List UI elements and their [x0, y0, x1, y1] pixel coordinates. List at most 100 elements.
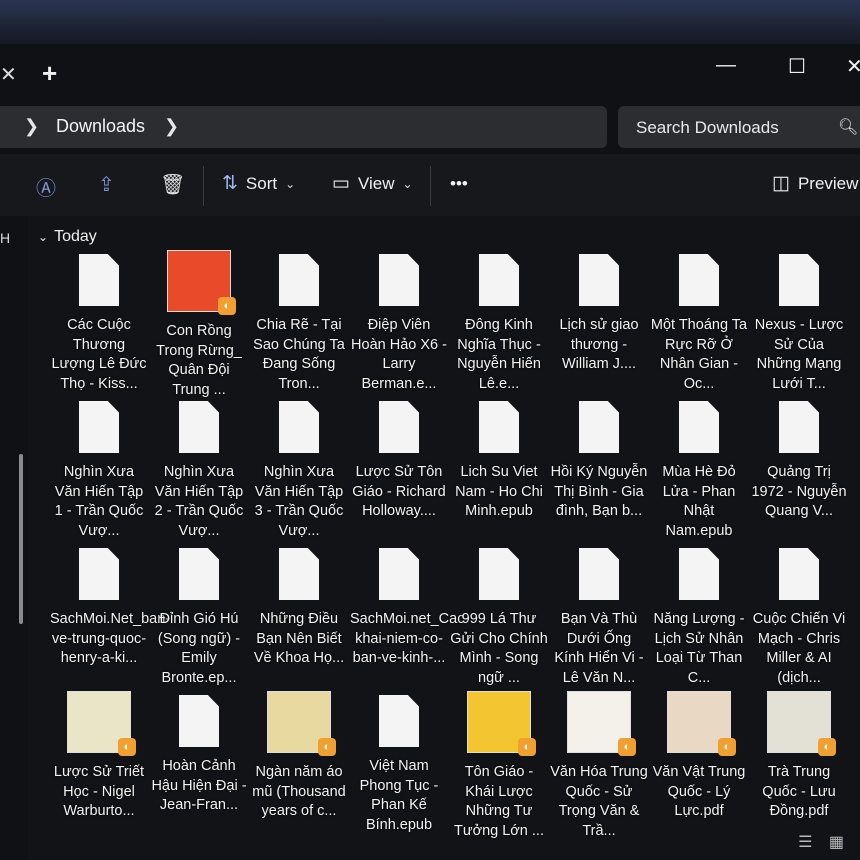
- scrollbar[interactable]: [19, 454, 23, 624]
- document-icon: [179, 695, 219, 747]
- file-icon: [479, 254, 519, 306]
- file-name: Hoàn Cảnh Hậu Hiện Đại - Jean-Fran...: [151, 758, 247, 813]
- toolbar-divider: [430, 166, 431, 206]
- new-tab-button[interactable]: +: [42, 58, 57, 89]
- file-item[interactable]: Nexus - Lược Sử Của Những Mạng Lưới T...: [750, 254, 848, 394]
- file-name: Lich Su Viet Nam - Ho Chi Minh.epub: [455, 464, 543, 519]
- book-cover-thumbnail: ◐: [667, 691, 736, 756]
- file-item[interactable]: ◐ Tôn Giáo - Khái Lược Những Tư Tưởng Lớn…: [450, 691, 548, 841]
- reader-app-badge-icon: ◐: [618, 738, 636, 756]
- file-icon: [379, 401, 419, 453]
- reader-app-badge-icon: ◐: [818, 738, 836, 756]
- file-item[interactable]: Cuộc Chiến Vi Mạch - Chris Miller & AI (…: [750, 548, 848, 688]
- group-label: Today: [54, 228, 97, 245]
- document-icon: [479, 401, 519, 453]
- view-button[interactable]: ▭ View ⌄: [332, 172, 413, 195]
- navigation-pane: H: [0, 216, 29, 860]
- document-icon: [479, 254, 519, 306]
- nav-pane-partial-label[interactable]: H: [0, 230, 10, 246]
- more-options-button[interactable]: •••: [450, 174, 468, 194]
- chevron-right-icon[interactable]: ❯: [24, 116, 39, 137]
- preview-pane-icon: ◫: [772, 173, 790, 194]
- rename-icon[interactable]: Ⓐ: [36, 172, 56, 201]
- maximize-button[interactable]: ☐: [788, 54, 806, 79]
- file-name: Những Điều Bạn Nên Biết Về Khoa Họ...: [253, 611, 345, 666]
- close-tab-icon[interactable]: ✕: [0, 62, 17, 87]
- file-item[interactable]: ◐ Trà Trung Quốc - Lưu Đồng.pdf: [750, 691, 848, 822]
- document-icon: [479, 548, 519, 600]
- reader-app-badge-icon: ◐: [218, 297, 236, 315]
- file-item[interactable]: ◐ Con Rồng Trong Rừng_ Quân Đội Trung ...: [150, 250, 248, 400]
- file-item[interactable]: SachMoi.Net_ban-ve-trung-quoc-henry-a-ki…: [50, 548, 170, 669]
- file-item[interactable]: Nghìn Xưa Văn Hiến Tập 2 - Trần Quốc Vượ…: [150, 401, 248, 541]
- minimize-button[interactable]: —: [716, 54, 736, 77]
- file-item[interactable]: Một Thoáng Ta Rực Rỡ Ở Nhân Gian - Oc...: [650, 254, 748, 394]
- delete-icon[interactable]: 🗑︎: [160, 172, 185, 197]
- file-icon: [579, 401, 619, 453]
- file-name: Năng Lượng - Lịch Sử Nhân Loại Từ Than C…: [653, 611, 745, 686]
- search-placeholder: Search Downloads: [636, 118, 779, 137]
- file-item[interactable]: SachMoi.net_Cac-khai-niem-co-ban-ve-kinh…: [350, 548, 469, 669]
- file-item[interactable]: Nghìn Xưa Văn Hiến Tập 3 - Trần Quốc Vượ…: [250, 401, 348, 541]
- file-icon: [479, 548, 519, 600]
- file-name: Mùa Hè Đỏ Lửa - Phan Nhật Nam.epub: [662, 464, 736, 539]
- reader-app-badge-icon: ◐: [118, 738, 136, 756]
- file-item[interactable]: Chia Rẽ - Tại Sao Chúng Ta Đang Sống Tro…: [250, 254, 348, 394]
- file-name: Các Cuộc Thương Lượng Lê Đức Thọ - Kiss.…: [51, 317, 147, 392]
- search-input[interactable]: Search Downloads 🔍︎: [618, 106, 860, 148]
- file-item[interactable]: Hồi Ký Nguyễn Thị Bình - Gia đình, Bạn b…: [550, 401, 648, 522]
- file-item[interactable]: Lược Sử Tôn Giáo - Richard Holloway....: [350, 401, 448, 522]
- document-icon: [79, 254, 119, 306]
- file-item[interactable]: ◐ Ngàn năm áo mũ (Thousand years of c...: [250, 691, 348, 822]
- file-item[interactable]: Lịch sử giao thương - William J....: [550, 254, 648, 375]
- sort-button[interactable]: ⇅ Sort ⌄: [222, 172, 295, 195]
- file-name: Ngàn năm áo mũ (Thousand years of c...: [252, 764, 346, 819]
- file-icon: [79, 401, 119, 453]
- file-item[interactable]: Điệp Viên Hoàn Hảo X6 - Larry Berman.e..…: [350, 254, 448, 394]
- file-item[interactable]: ◐ Văn Hóa Trung Quốc - Sử Trọng Văn & Trầ…: [550, 691, 648, 841]
- book-cover-thumbnail: ◐: [567, 691, 636, 756]
- file-item[interactable]: Bạn Và Thù Dưới Ống Kính Hiển Vi - Lê Vă…: [550, 548, 648, 688]
- file-item[interactable]: Việt Nam Phong Tục - Phan Kế Bính.epub: [350, 695, 448, 835]
- file-item[interactable]: ◐ Văn Vật Trung Quốc - Lý Lực.pdf: [650, 691, 748, 822]
- search-icon[interactable]: 🔍︎: [838, 117, 858, 137]
- layout-toggle-icons[interactable]: ☰ ▦: [798, 832, 850, 852]
- file-name: Con Rồng Trong Rừng_ Quân Đội Trung ...: [156, 323, 242, 398]
- document-icon: [579, 548, 619, 600]
- breadcrumb-downloads[interactable]: Downloads: [56, 116, 145, 137]
- file-icon: [579, 548, 619, 600]
- file-icon: [679, 548, 719, 600]
- document-icon: [579, 254, 619, 306]
- chevron-down-icon: ⌄: [38, 230, 49, 244]
- file-item[interactable]: Đông Kinh Nghĩa Thục - Nguyễn Hiến Lê.e.…: [450, 254, 548, 394]
- file-item[interactable]: Những Điều Bạn Nên Biết Về Khoa Họ...: [250, 548, 348, 669]
- file-item[interactable]: Hoàn Cảnh Hậu Hiện Đại - Jean-Fran...: [150, 695, 248, 816]
- file-item[interactable]: Lich Su Viet Nam - Ho Chi Minh.epub: [450, 401, 548, 522]
- group-header-today[interactable]: ⌄ Today: [38, 228, 97, 246]
- breadcrumb[interactable]: ❯ Downloads ❯: [0, 106, 607, 148]
- file-item[interactable]: Mùa Hè Đỏ Lửa - Phan Nhật Nam.epub: [650, 401, 748, 541]
- file-item[interactable]: Các Cuộc Thương Lượng Lê Đức Thọ - Kiss.…: [50, 254, 148, 394]
- file-explorer-window: ✕ + — ☐ ✕ ❯ Downloads ❯ Search Downloads…: [0, 44, 860, 860]
- view-label: View: [357, 173, 395, 193]
- document-icon: [79, 548, 119, 600]
- file-name: Lược Sử Tôn Giáo - Richard Holloway....: [352, 464, 446, 519]
- file-item[interactable]: Đỉnh Gió Hú (Song ngữ) - Emily Bronte.ep…: [150, 548, 248, 688]
- chevron-right-icon[interactable]: ❯: [164, 116, 179, 137]
- file-item[interactable]: ◐ Lược Sử Triết Học - Nigel Warburto...: [50, 691, 148, 822]
- document-icon: [579, 401, 619, 453]
- file-item[interactable]: Quảng Trị 1972 - Nguyễn Quang V...: [750, 401, 848, 522]
- preview-button[interactable]: ◫ Preview: [772, 172, 858, 195]
- document-icon: [779, 548, 819, 600]
- title-bar: ✕ + — ☐ ✕: [0, 44, 860, 102]
- file-item[interactable]: 999 Lá Thư Gửi Cho Chính Mình - Song ngữ…: [450, 548, 548, 688]
- file-icon: [179, 548, 219, 600]
- document-icon: [179, 401, 219, 453]
- file-icon: [379, 548, 419, 600]
- close-window-button[interactable]: ✕: [846, 54, 860, 79]
- file-item[interactable]: Năng Lượng - Lịch Sử Nhân Loại Từ Than C…: [650, 548, 748, 688]
- file-name: Nghìn Xưa Văn Hiến Tập 2 - Trần Quốc Vượ…: [154, 464, 244, 539]
- share-icon[interactable]: ⇪: [98, 172, 115, 197]
- file-icon: [779, 254, 819, 306]
- file-item[interactable]: Nghìn Xưa Văn Hiến Tập 1 - Trần Quốc Vượ…: [50, 401, 148, 541]
